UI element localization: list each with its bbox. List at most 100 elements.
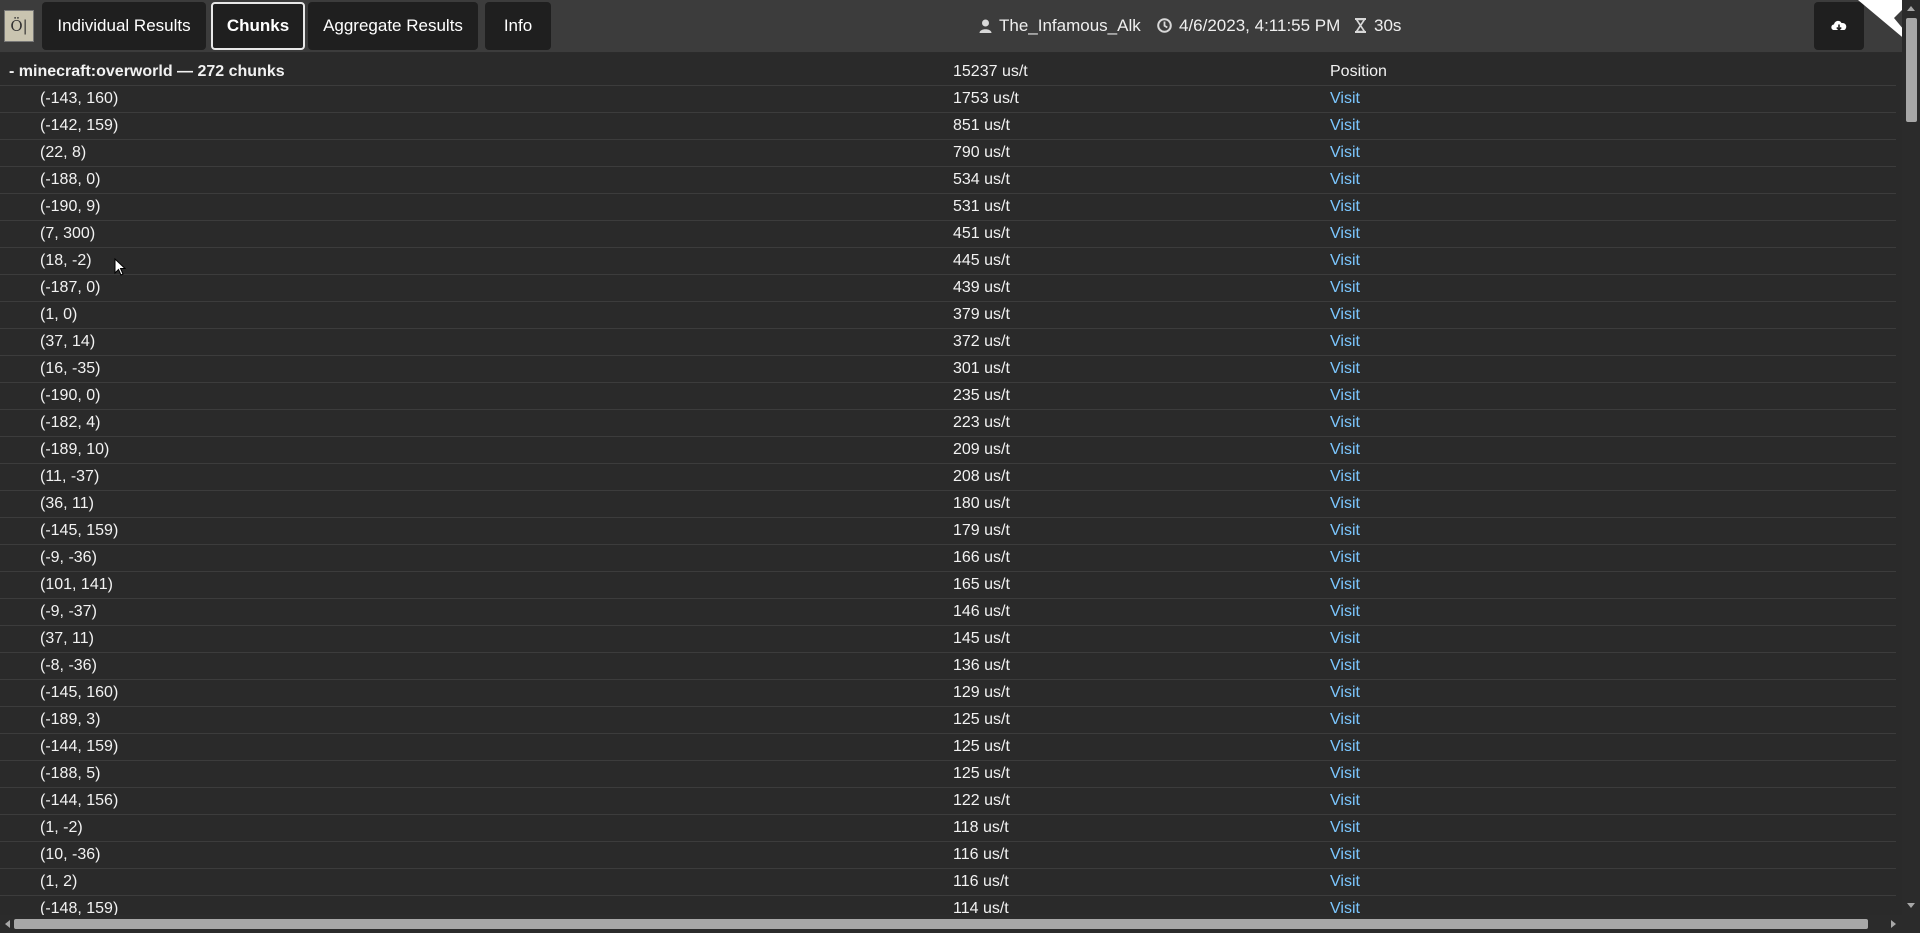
chunk-coordinates: (36, 11) [40,495,94,512]
download-button[interactable] [1814,2,1864,50]
visit-link[interactable]: Visit [1330,437,1360,463]
duration: 30s [1374,16,1402,35]
visit-link[interactable]: Visit [1330,572,1360,598]
table-row: (18, -2) 445 us/t Visit [0,248,1896,275]
scroll-down-icon[interactable] [1907,903,1915,908]
visit-link[interactable]: Visit [1330,221,1360,247]
timestamp: 4/6/2023, 4:11:55 PM [1179,16,1341,35]
table-row: (-142, 159) 851 us/t Visit [0,113,1896,140]
visit-link[interactable]: Visit [1330,518,1360,544]
table-row: (22, 8) 790 us/t Visit [0,140,1896,167]
visit-link[interactable]: Visit [1330,302,1360,328]
visit-link[interactable]: Visit [1330,761,1360,787]
chunk-time: 439 us/t [953,279,1010,296]
visit-link[interactable]: Visit [1330,248,1360,274]
visit-link[interactable]: Visit [1330,815,1360,841]
vertical-scrollbar[interactable] [1902,0,1920,915]
table-row: (-188, 5) 125 us/t Visit [0,761,1896,788]
visit-link[interactable]: Visit [1330,329,1360,355]
chunk-time: 125 us/t [953,711,1010,728]
chunk-coordinates: (-142, 159) [40,117,119,134]
visit-link[interactable]: Visit [1330,410,1360,436]
mouse-cursor-icon [114,257,127,281]
tab-chunks[interactable]: Chunks [211,2,305,50]
table-row: (37, 11) 145 us/t Visit [0,626,1896,653]
scrollbar-corner [1902,915,1920,933]
tab-aggregate-results[interactable]: Aggregate Results [308,2,478,50]
chunk-coordinates: (-9, -37) [40,603,97,620]
chunk-coordinates: (-188, 0) [40,171,101,188]
horizontal-scroll-thumb[interactable] [14,919,1868,929]
table-row: (-188, 0) 534 us/t Visit [0,167,1896,194]
table-row: (-190, 0) 235 us/t Visit [0,383,1896,410]
visit-link[interactable]: Visit [1330,680,1360,706]
visit-link[interactable]: Visit [1330,869,1360,895]
timestamp-info: 4/6/2023, 4:11:55 PM [1157,0,1340,52]
chunk-coordinates: (10, -36) [40,846,101,863]
scroll-right-icon[interactable] [1891,920,1896,928]
visit-link[interactable]: Visit [1330,599,1360,625]
scroll-left-icon[interactable] [5,920,10,928]
visit-link[interactable]: Visit [1330,896,1360,915]
visit-link[interactable]: Visit [1330,842,1360,868]
visit-link[interactable]: Visit [1330,545,1360,571]
visit-link[interactable]: Visit [1330,167,1360,193]
visit-link[interactable]: Visit [1330,653,1360,679]
chunk-time: 790 us/t [953,144,1010,161]
vertical-scroll-thumb[interactable] [1906,18,1917,122]
chunk-coordinates: (-187, 0) [40,279,101,296]
tab-individual-results[interactable]: Individual Results [42,2,206,50]
chunk-time: 851 us/t [953,117,1010,134]
chunk-time: 129 us/t [953,684,1010,701]
chunk-coordinates: (-190, 0) [40,387,101,404]
table-row: (16, -35) 301 us/t Visit [0,356,1896,383]
table-row: (1, 0) 379 us/t Visit [0,302,1896,329]
visit-link[interactable]: Visit [1330,383,1360,409]
visit-link[interactable]: Visit [1330,86,1360,112]
chunk-time: 223 us/t [953,414,1010,431]
visit-link[interactable]: Visit [1330,194,1360,220]
table-row: (1, -2) 118 us/t Visit [0,815,1896,842]
visit-link[interactable]: Visit [1330,491,1360,517]
chunk-time: 451 us/t [953,225,1010,242]
chunk-coordinates: (16, -35) [40,360,101,377]
chunk-time: 145 us/t [953,630,1010,647]
chunk-time: 534 us/t [953,171,1010,188]
chunk-coordinates: (1, 0) [40,306,78,323]
chunk-coordinates: (37, 11) [40,630,94,647]
tab-info[interactable]: Info [485,2,551,50]
visit-link[interactable]: Visit [1330,140,1360,166]
visit-link[interactable]: Visit [1330,734,1360,760]
position-header: Position [1330,63,1387,80]
chunk-coordinates: (-143, 160) [40,90,119,107]
horizontal-scrollbar[interactable] [0,915,1902,933]
chunk-time: 116 us/t [953,873,1009,890]
visit-link[interactable]: Visit [1330,788,1360,814]
chunk-time: 125 us/t [953,738,1010,755]
chunk-time: 116 us/t [953,846,1009,863]
chunk-coordinates: (-8, -36) [40,657,97,674]
group-label[interactable]: - minecraft:overworld — 272 chunks [9,59,285,85]
chunk-time: 209 us/t [953,441,1010,458]
chunk-time: 146 us/t [953,603,1010,620]
table-row: (-144, 159) 125 us/t Visit [0,734,1896,761]
chunk-time: 531 us/t [953,198,1010,215]
table-row: (-8, -36) 136 us/t Visit [0,653,1896,680]
chunk-coordinates: (-190, 9) [40,198,101,215]
visit-link[interactable]: Visit [1330,707,1360,733]
group-header-row[interactable]: - minecraft:overworld — 272 chunks 15237… [0,59,1896,86]
chunk-time: 114 us/t [953,900,1009,915]
visit-link[interactable]: Visit [1330,464,1360,490]
visit-link[interactable]: Visit [1330,356,1360,382]
chunk-coordinates: (-145, 159) [40,522,119,539]
chunk-coordinates: (-188, 5) [40,765,101,782]
visit-link[interactable]: Visit [1330,113,1360,139]
table-row: (-187, 0) 439 us/t Visit [0,275,1896,302]
chunk-coordinates: (-144, 159) [40,738,119,755]
chunks-table: - minecraft:overworld — 272 chunks 15237… [0,53,1902,915]
visit-link[interactable]: Visit [1330,626,1360,652]
app-logo: Ö|●| [4,10,34,42]
hourglass-icon [1355,18,1366,33]
scroll-up-icon[interactable] [1907,6,1915,11]
visit-link[interactable]: Visit [1330,275,1360,301]
